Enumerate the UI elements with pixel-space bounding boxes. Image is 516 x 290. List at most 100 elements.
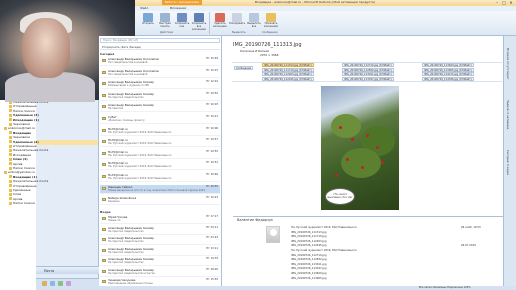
save-all-button[interactable]: Сохранить все вложения xyxy=(191,13,207,31)
folder-item[interactable]: Исходящие (1) xyxy=(9,118,39,122)
people-item[interactable]: IMG_20190726_112832.jpg xyxy=(291,258,327,262)
message-row[interactable]: fto70@mail.ru На: Русский журналист 2019,… xyxy=(100,173,220,182)
folder-item[interactable]: Исходящие xyxy=(9,153,31,157)
people-item[interactable]: IMG_20190726_113905.jpg xyxy=(291,277,327,281)
message-date: Пт 17:17 xyxy=(206,215,218,218)
copy-button[interactable]: Копировать xyxy=(229,13,245,31)
group-header-today[interactable]: Сегодня xyxy=(100,52,114,56)
folder-label: Входящие xyxy=(13,130,32,135)
folder-item[interactable]: Папки поиска xyxy=(9,201,35,205)
folder-item[interactable]: ankoroos@mail.ru xyxy=(4,126,35,130)
attachment-item[interactable]: IMG_20190726_114336.jpg (8 Мбайт) xyxy=(422,76,474,81)
attachment-item[interactable]: IMG_20190726_113620.jpg (8 Мбайт) xyxy=(422,63,474,67)
open-button[interactable]: Открыть xyxy=(140,13,156,31)
folder-item[interactable]: Входящие (1) xyxy=(9,175,37,179)
minimize-button[interactable]: – xyxy=(494,0,500,5)
folder-item[interactable]: Нежелательная почта xyxy=(9,179,48,183)
message-row[interactable]: Александр Валерьевич Косолапов Нет свидет… xyxy=(100,69,220,78)
message-row[interactable]: fto70@mail.ru На: Русский журналист 2019,… xyxy=(100,150,220,159)
message-row[interactable]: Александр Валерьевич Kosolap Не прислал с… xyxy=(100,257,220,266)
folder-item[interactable]: Отправленные xyxy=(9,104,36,108)
people-item[interactable]: IMG_20190726_112203.jpg xyxy=(291,240,327,244)
folder-item[interactable]: Отправленные xyxy=(9,144,36,148)
folder-item[interactable]: Спам (4) xyxy=(9,157,28,161)
contacts-icon[interactable] xyxy=(58,281,63,286)
close-button[interactable]: ✕ xyxy=(508,0,514,5)
folder-icon xyxy=(9,118,12,122)
select-all-button[interactable]: Выделить все xyxy=(246,13,262,31)
maximize-button[interactable]: □ xyxy=(501,0,507,5)
attachment-item[interactable]: IMG_20190726_111719.jpg (8 Мбайт) xyxy=(262,67,314,72)
people-item[interactable]: На: Русский журналист 2019, ЕАО Невиномы… xyxy=(291,226,357,230)
message-row[interactable]: fto70@mail.ru На: Русский журналист 2019,… xyxy=(100,127,220,136)
message-tab[interactable]: Сообщение xyxy=(234,66,254,70)
folder-item[interactable]: Архив xyxy=(9,162,22,166)
attachment-item[interactable]: IMG_20190726_112445.jpg (8 Мбайт) xyxy=(262,76,314,81)
attachment-item[interactable]: IMG_20190726_111313.jpg (8 Мбайт) xyxy=(262,63,314,67)
folder-item[interactable]: Удаленные (3) xyxy=(9,113,39,117)
quick-print-button[interactable]: Быстрая печать xyxy=(157,13,173,31)
people-item[interactable]: IMG_20190726_112445.jpg xyxy=(291,244,327,248)
people-item[interactable]: IMG_20190726_113011.jpg xyxy=(291,263,327,267)
message-row[interactable]: fto70@mail.ru На: Русский журналист 2019,… xyxy=(100,138,220,148)
group-header-yesterday[interactable]: Вчера xyxy=(100,210,111,214)
message-row[interactable]: Субет «Балаган» помощь проекту Пт 10:21 xyxy=(100,115,220,124)
folder-item[interactable]: Удаленные xyxy=(9,188,31,192)
people-item[interactable]: IMG_20190726_111313.jpg xyxy=(291,231,327,235)
message-row[interactable]: Александр Валерьевич Kosolap Не прислал с… xyxy=(100,268,220,277)
contact-avatar[interactable] xyxy=(266,226,280,243)
message-row[interactable]: Natalya Kolesnikova Кальман Пт 10:23 xyxy=(100,196,220,206)
todo-label-tasks[interactable]: Задачи: 0 активных xyxy=(506,100,510,129)
folder-item[interactable]: Отправленные xyxy=(9,184,36,188)
delete-attachment-button[interactable]: Удалить вложение xyxy=(212,13,228,31)
message-row[interactable]: Александр Валерьевич Косолапов Нет свидет… xyxy=(100,57,220,66)
arrange-by-header[interactable]: Упорядочить: Дата (Беседы) xyxy=(100,45,220,50)
folder-item[interactable]: Папки поиска xyxy=(9,166,35,170)
folder-label: Нежелательная почта xyxy=(13,179,49,184)
attachment-item[interactable]: IMG_20190726_114115.jpg (8 Мбайт) xyxy=(422,72,474,77)
message-row[interactable]: Юрий Ускова Новые 1С Пт 17:17 xyxy=(100,215,220,224)
attachment-item[interactable]: IMG_20190726_113905.jpg (8 Мбайт) xyxy=(422,67,474,72)
message-date: Пт 10:55 xyxy=(206,184,218,188)
attachment-item[interactable]: IMG_20190726_112832.jpg (8 Мбайт) xyxy=(342,67,394,72)
folder-item[interactable]: Удаленные (2) xyxy=(9,140,39,144)
folder-item[interactable]: Входящие xyxy=(9,131,31,135)
people-item[interactable]: IMG_20190726_113620.jpg xyxy=(291,272,327,276)
folder-item[interactable]: Нежелательная почта xyxy=(9,148,48,152)
folder-item[interactable]: anton@yandex.ru xyxy=(4,170,35,174)
people-item[interactable]: IMG_20190726_111719.jpg xyxy=(291,235,327,239)
save-as-button[interactable]: Сохранить как xyxy=(174,13,190,31)
todo-label-appointments[interactable]: Встречи отсутствуют xyxy=(506,48,510,80)
folder-item[interactable]: Черновики xyxy=(9,135,30,139)
people-item[interactable]: На: Русский журналист 2019, ЕАО Невиномы… xyxy=(291,249,357,253)
message-row[interactable]: fto70@mail.ru На: Русский журналист 2019,… xyxy=(100,161,220,171)
tasks-icon[interactable] xyxy=(66,281,71,286)
show-attachments-button[interactable]: Показать вложения xyxy=(263,13,279,31)
message-row[interactable]: Александр Валерьевич Kosolap Не прислал Пт… xyxy=(100,103,220,113)
message-row[interactable]: Александр Валерьевич Kosolap Комментарии … xyxy=(100,80,220,90)
folder-item[interactable]: Архив xyxy=(9,197,22,201)
people-item[interactable]: IMG_20190726_112710.jpg xyxy=(291,254,327,258)
folder-icon xyxy=(9,162,12,166)
todo-label-today[interactable]: Сегодня: 0 задач xyxy=(506,150,510,175)
folder-item[interactable]: Черновики xyxy=(9,122,30,126)
ribbon-separator xyxy=(209,12,210,34)
folder-item[interactable]: Спам xyxy=(9,192,21,196)
attachment-item[interactable]: IMG_20190726_113011.jpg (8 Мбайт) xyxy=(342,72,394,77)
attachment-tools-tab[interactable]: Работа с вложениями xyxy=(162,0,202,5)
message-row[interactable]: Александр Валерьевич Kosolap Не прислал с… xyxy=(100,236,220,245)
message-row[interactable]: Александр Валерьевич Kosolap Не прислал с… xyxy=(100,92,220,101)
people-item[interactable]: IMG_20190726_113347.jpg xyxy=(291,267,327,271)
attachment-item[interactable]: IMG_20190726_112710.jpg (8 Мбайт) xyxy=(342,63,394,67)
mail-icon[interactable] xyxy=(42,281,47,286)
calendar-icon[interactable] xyxy=(50,281,55,286)
search-input[interactable]: Поиск: Входящие (Ctrl+E) xyxy=(100,38,220,43)
attachment-item[interactable]: IMG_20190726_113347.jpg (8 Мбайт) xyxy=(342,76,394,81)
message-row[interactable]: Одноцен тайлко Новые вакансии за 0,5–1% в… xyxy=(100,184,220,194)
attachment-item[interactable]: IMG_20190726_112203.jpg (8 Мбайт) xyxy=(262,72,314,77)
message-row[interactable]: Александр Валерьевич Kosolap Не прислал с… xyxy=(100,226,220,235)
envelope-icon xyxy=(102,238,106,241)
folder-item[interactable]: Папка поиска xyxy=(9,109,35,113)
message-row[interactable]: Александр Валерьевич Kosolap Не прислал с… xyxy=(100,247,220,256)
mail-nav-button[interactable]: Почта xyxy=(36,266,99,274)
